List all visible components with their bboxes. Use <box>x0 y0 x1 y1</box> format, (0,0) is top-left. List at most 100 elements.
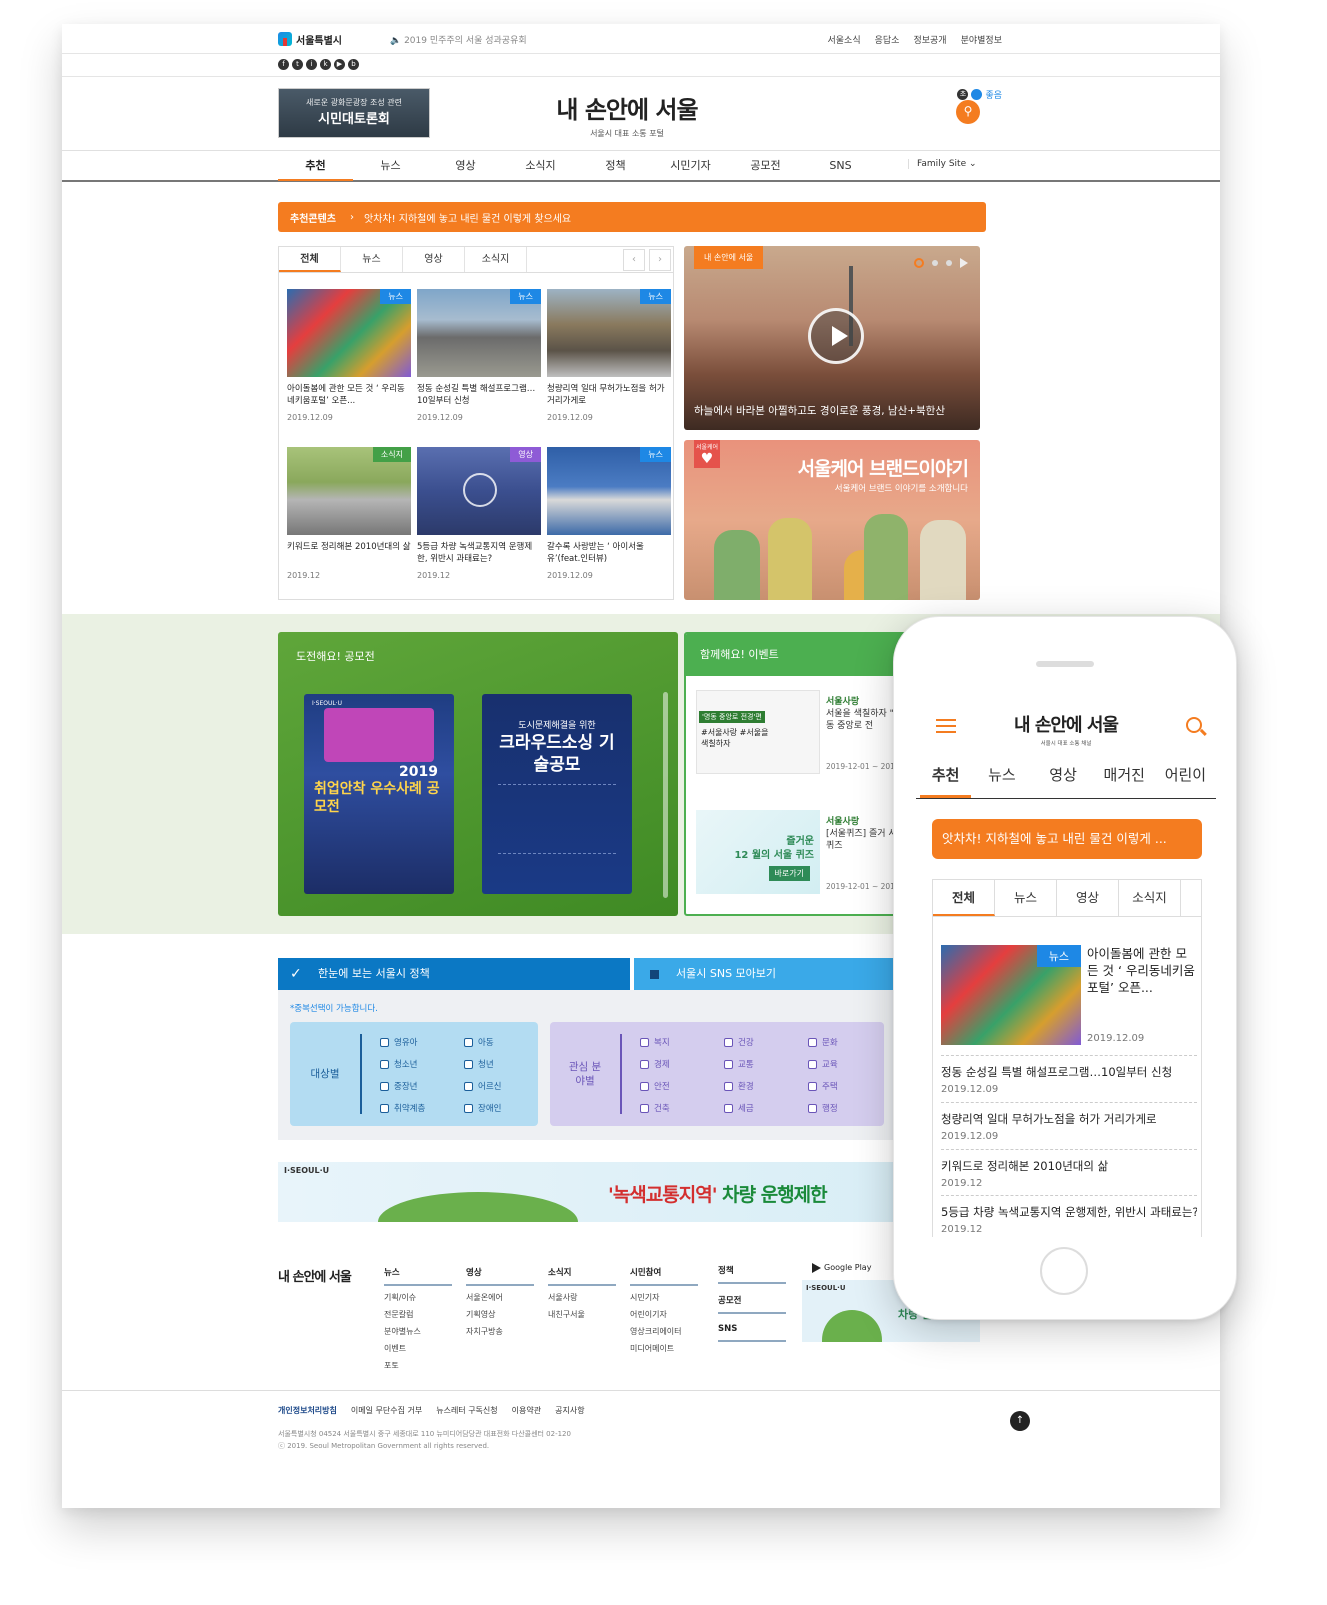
prev-arrow-icon[interactable]: ‹ <box>623 249 645 271</box>
smile-icon <box>971 89 983 100</box>
top-link[interactable]: 정보공개 <box>913 33 946 46</box>
tab-video[interactable]: 영상 <box>1057 880 1119 916</box>
checkbox-target[interactable]: 장애인 <box>464 1102 501 1114</box>
checkbox-field[interactable]: 건축 <box>640 1102 670 1114</box>
family-site-select[interactable]: Family Site ⌄ <box>908 159 977 169</box>
content-card[interactable]: 소식지 키워드로 정리해본 2010년대의 삶 2019.12 <box>287 447 411 580</box>
checkbox-target[interactable]: 아동 <box>464 1036 494 1048</box>
tab-video[interactable]: 영상 <box>403 247 465 272</box>
search-icon[interactable] <box>1186 717 1202 733</box>
blog-icon[interactable]: b <box>348 58 359 70</box>
divider <box>62 53 1220 54</box>
mobile-nav-news[interactable]: 뉴스 <box>971 755 1032 798</box>
notice-ticker[interactable]: 🔈 2019 민주주의 서울 성과공유회 <box>390 33 527 46</box>
scrollbar[interactable] <box>663 692 668 898</box>
contest-poster-1[interactable]: I·SEOUL·U 2019 취업안착 우수사례 공모전 <box>304 694 454 894</box>
nav-item-policy[interactable]: 정책 <box>578 151 653 181</box>
checkbox-field[interactable]: 건강 <box>724 1036 754 1048</box>
list-item[interactable]: 정동 순성길 특별 해설프로그램…10일부터 신청 2019.12.09 <box>941 1055 1197 1095</box>
mobile-nav-kids[interactable]: 어린이 <box>1155 755 1216 798</box>
tab-all[interactable]: 전체 <box>933 880 995 916</box>
home-button[interactable] <box>1040 1247 1088 1295</box>
mobile-recommend-bar[interactable]: 앗차차! 지하철에 놓고 내린 물건 이렇게 ... <box>932 819 1202 859</box>
checkbox-target[interactable]: 중장년 <box>380 1080 417 1092</box>
content-card[interactable]: 뉴스 청량리역 일대 무허가노점을 허가 거리가게로 2019.12.09 <box>547 289 671 422</box>
card-thumbnail: 뉴스 <box>547 447 671 535</box>
nav-item-newsletter[interactable]: 소식지 <box>503 151 578 181</box>
footer-column: 영상 서울온에어 기획영상 자치구방송 <box>466 1266 534 1337</box>
featured-video[interactable]: 내 손안에 서울 하늘에서 바라본 아찔하고도 경이로운 풍경, 남산+북한산 <box>684 246 980 430</box>
list-item[interactable]: 5등급 차량 녹색교통지역 운행제한, 위반시 과태료는? 2019.12 <box>941 1195 1197 1235</box>
scroll-top-button[interactable]: ↑ <box>1010 1411 1030 1431</box>
mobile-nav-magazine[interactable]: 매거진 <box>1094 755 1155 798</box>
tab-newsletter[interactable]: 소식지 <box>465 247 527 272</box>
play-button-icon[interactable] <box>808 308 864 364</box>
checkbox-target[interactable]: 영유아 <box>380 1036 417 1048</box>
tab-news[interactable]: 뉴스 <box>341 247 403 272</box>
mobile-nav: 추천 뉴스 영상 매거진 어린이 <box>916 755 1216 799</box>
carousel-dot[interactable] <box>946 260 952 266</box>
checkbox-field[interactable]: 교통 <box>724 1058 754 1070</box>
content-tabs: 전체 뉴스 영상 소식지 ‹ › <box>279 247 673 273</box>
card-thumbnail: 뉴스 <box>287 289 411 377</box>
checkbox-field[interactable]: 문화 <box>808 1036 838 1048</box>
nav-item-video[interactable]: 영상 <box>428 151 503 181</box>
event-thumbnail: '명동 중앙로 전경'편 #서울사랑 #서울을 색칠하자 <box>696 690 820 774</box>
content-card[interactable]: 영상 5등급 차량 녹색교통지역 운행제한, 위반시 과태료는? 2019.12 <box>417 447 541 580</box>
site-title[interactable]: 내 손안에 서울 서울시 대표 소통 포털 <box>502 90 752 139</box>
event-banner[interactable]: 새로운 광화문광장 조성 관련 시민대토론회 <box>278 88 430 138</box>
mobile-nav-video[interactable]: 영상 <box>1032 755 1093 798</box>
top-link[interactable]: 분야별정보 <box>961 33 1002 46</box>
content-card[interactable]: 뉴스 아이돌봄에 관한 모든 것 ‘ 우리동네키움포털’ 오픈... 2019.… <box>287 289 411 422</box>
checkbox-field[interactable]: 세금 <box>724 1102 754 1114</box>
next-arrow-icon[interactable]: › <box>649 249 671 271</box>
twitter-icon[interactable]: t <box>292 58 303 70</box>
brand-story-banner[interactable]: 서울케어 ♥ 서울케어 브랜드이야기 서울케어 브랜드 이야기를 소개합니다 <box>684 440 980 600</box>
checkbox-field[interactable]: 환경 <box>724 1080 754 1092</box>
checkbox-field[interactable]: 주택 <box>808 1080 838 1092</box>
youtube-icon[interactable]: ▶ <box>334 58 345 70</box>
green-traffic-banner[interactable]: I·SEOUL·U '녹색교통지역' 차량 운행제한 <box>278 1162 898 1222</box>
featured-thumbnail[interactable]: 뉴스 <box>941 945 1081 1045</box>
menu-icon[interactable] <box>936 719 956 733</box>
recommend-bar[interactable]: 추천콘텐츠 › 앗차차! 지하철에 놓고 내린 물건 이렇게 찾으세요 <box>278 202 986 232</box>
list-item[interactable]: 키워드로 정리해본 2010년대의 삶 2019.12 <box>941 1149 1197 1189</box>
checkbox-field[interactable]: 교육 <box>808 1058 838 1070</box>
checkbox-target[interactable]: 청소년 <box>380 1058 417 1070</box>
seoul-logo[interactable]: 서울특별시 <box>278 32 342 47</box>
checkbox-field[interactable]: 복지 <box>640 1036 670 1048</box>
list-item[interactable]: 청량리역 일대 무허가노점을 허가 거리가게로 2019.12.09 <box>941 1102 1197 1142</box>
top-link[interactable]: 서울소식 <box>828 33 861 46</box>
play-triangle-icon[interactable] <box>960 258 968 268</box>
mobile-site-title[interactable]: 내 손안에 서울 서울시 대표 소통 채널 <box>976 711 1156 747</box>
content-card[interactable]: 뉴스 갈수록 사랑받는 ‘ 아이서울유’(feat.인터뷰) 2019.12.0… <box>547 447 671 580</box>
instagram-icon[interactable]: i <box>306 58 317 70</box>
tab-all[interactable]: 전체 <box>279 247 341 272</box>
content-card[interactable]: 뉴스 정동 순성길 특별 해설프로그램…10일부터 신청 2019.12.09 <box>417 289 541 422</box>
mobile-nav-recommend[interactable]: 추천 <box>920 755 972 798</box>
nav-item-news[interactable]: 뉴스 <box>353 151 428 181</box>
checkbox-field[interactable]: 행정 <box>808 1102 838 1114</box>
tab-policy[interactable]: 한눈에 보는 서울시 정책 <box>278 958 630 990</box>
tab-news[interactable]: 뉴스 <box>995 880 1057 916</box>
tab-newsletter[interactable]: 소식지 <box>1119 880 1181 916</box>
checkbox-field[interactable]: 안전 <box>640 1080 670 1092</box>
nav-item-contest[interactable]: 공모전 <box>728 151 803 181</box>
carousel-dot[interactable] <box>914 258 924 268</box>
nav-item-reporter[interactable]: 시민기자 <box>653 151 728 181</box>
kakao-icon[interactable]: k <box>320 58 331 70</box>
checkbox-target[interactable]: 취약계층 <box>380 1102 425 1114</box>
checkbox-field[interactable]: 경제 <box>640 1058 670 1070</box>
featured-title[interactable]: 아이돌봄에 관한 모든 것 ‘ 우리동네키움포털’ 오픈... <box>1087 945 1197 996</box>
utility-bar: 서울특별시 🔈 2019 민주주의 서울 성과공유회 서울소식 응답소 정보공개… <box>278 24 1002 54</box>
google-play-link[interactable]: Google Play <box>808 1258 888 1278</box>
facebook-icon[interactable]: f <box>278 58 289 70</box>
contest-poster-2[interactable]: 도시문제해결을 위한 크라우드소싱 기술공모 <box>482 694 632 894</box>
carousel-dot[interactable] <box>932 260 938 266</box>
nav-item-sns[interactable]: SNS <box>803 151 878 181</box>
nav-item-recommend[interactable]: 추천 <box>278 151 353 181</box>
top-link[interactable]: 응답소 <box>875 33 900 46</box>
checkbox-target[interactable]: 청년 <box>464 1058 494 1070</box>
search-button[interactable]: ⚲ <box>956 100 980 124</box>
checkbox-target[interactable]: 어르신 <box>464 1080 501 1092</box>
